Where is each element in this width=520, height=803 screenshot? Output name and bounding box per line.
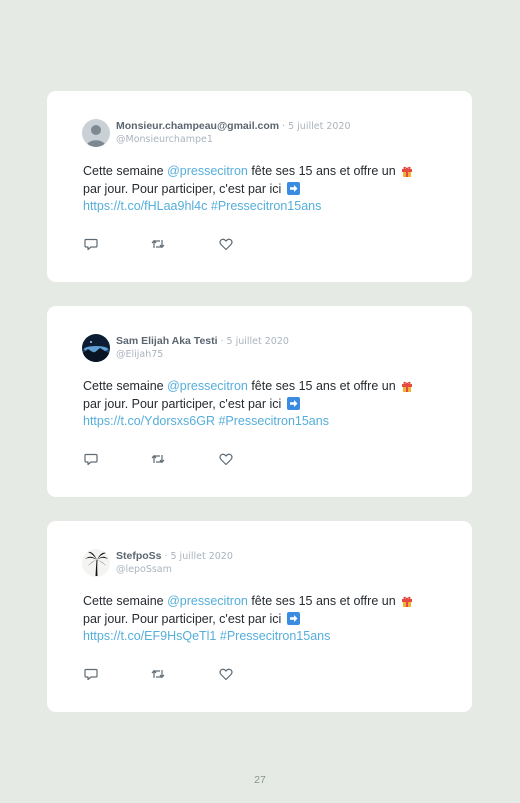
author-handle: @Monsieurchampe1 [116, 134, 213, 145]
reply-icon[interactable] [83, 451, 99, 467]
author-name[interactable]: Sam Elijah Aka Testi [116, 335, 218, 347]
reply-icon[interactable] [83, 236, 99, 252]
author-name[interactable]: Monsieur.champeau@gmail.com [116, 120, 279, 132]
right-arrow-emoji [286, 396, 300, 415]
tweet-text: Cette semaine @pressecitron fête ses 15 … [83, 594, 453, 645]
tweet-date[interactable]: 5 juillet 2020 [288, 121, 350, 132]
avatar[interactable] [82, 334, 110, 362]
retweet-icon[interactable] [150, 666, 166, 682]
tweet-date[interactable]: 5 juillet 2020 [170, 551, 232, 562]
tweet-text: Cette semaine @pressecitron fête ses 15 … [83, 164, 453, 215]
tweet-card: Sam Elijah Aka Testi · 5 juillet 2020 @E… [47, 306, 472, 497]
tweet-date[interactable]: 5 juillet 2020 [227, 336, 289, 347]
tweet-url[interactable]: https://t.co/fHLaa9hl4c [83, 199, 207, 213]
tweet-url[interactable]: https://t.co/EF9HsQeTl1 [83, 629, 216, 643]
tweet-text: Cette semaine @pressecitron fête ses 15 … [83, 379, 453, 430]
reply-icon[interactable] [83, 666, 99, 682]
avatar[interactable] [82, 549, 110, 577]
author-line: Monsieur.champeau@gmail.com · 5 juillet … [116, 120, 351, 133]
right-arrow-emoji [286, 611, 300, 630]
page-number: 27 [254, 774, 266, 786]
tweet-card: Monsieur.champeau@gmail.com · 5 juillet … [47, 91, 472, 282]
hashtag-link[interactable]: #Pressecitron15ans [220, 629, 330, 643]
hashtag-link[interactable]: #Pressecitron15ans [211, 199, 321, 213]
tweet-card: StefpoSs · 5 juillet 2020 @lepoSsam Cett… [47, 521, 472, 712]
mention-link[interactable]: @pressecitron [167, 594, 248, 608]
right-arrow-emoji [286, 181, 300, 200]
retweet-icon[interactable] [150, 451, 166, 467]
like-icon[interactable] [218, 666, 234, 682]
author-handle: @Elijah75 [116, 349, 164, 360]
avatar[interactable] [82, 119, 110, 147]
hashtag-link[interactable]: #Pressecitron15ans [218, 414, 328, 428]
like-icon[interactable] [218, 451, 234, 467]
tweet-actions [83, 236, 283, 252]
author-name[interactable]: StefpoSs [116, 550, 162, 562]
like-icon[interactable] [218, 236, 234, 252]
mention-link[interactable]: @pressecitron [167, 379, 248, 393]
author-handle: @lepoSsam [116, 564, 172, 575]
gift-emoji [401, 380, 413, 397]
gift-emoji [401, 595, 413, 612]
author-line: Sam Elijah Aka Testi · 5 juillet 2020 [116, 335, 289, 348]
gift-emoji [401, 165, 413, 182]
mention-link[interactable]: @pressecitron [167, 164, 248, 178]
tweet-actions [83, 451, 283, 467]
tweet-actions [83, 666, 283, 682]
author-line: StefpoSs · 5 juillet 2020 [116, 550, 233, 563]
tweet-url[interactable]: https://t.co/Ydorsxs6GR [83, 414, 215, 428]
retweet-icon[interactable] [150, 236, 166, 252]
